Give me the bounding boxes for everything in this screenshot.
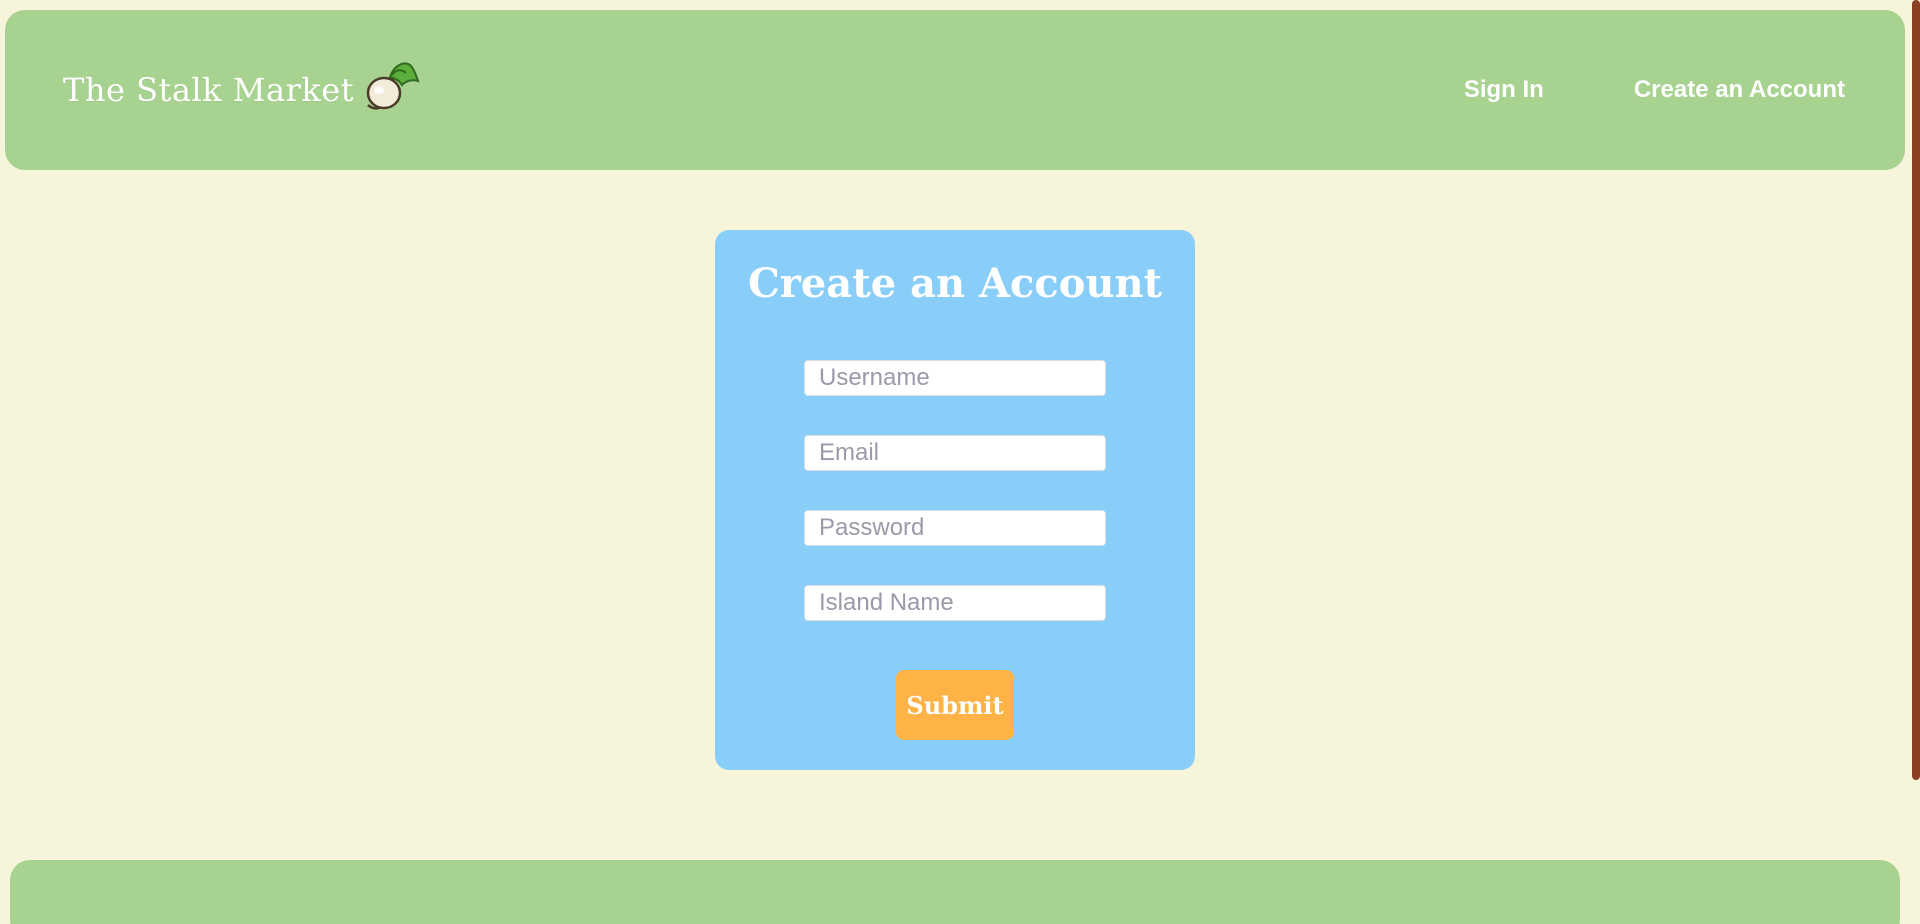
page: The Stalk Market Sign In Create an Accou… (0, 0, 1920, 924)
turnip-icon (360, 57, 420, 117)
brand[interactable]: The Stalk Market (63, 10, 420, 170)
nav-links: Sign In Create an Account (1464, 10, 1845, 170)
island-name-input[interactable] (804, 585, 1106, 621)
username-input[interactable] (804, 360, 1106, 396)
footer (10, 860, 1900, 924)
submit-button[interactable]: Submit (896, 670, 1014, 740)
scrollbar[interactable] (1912, 0, 1920, 780)
create-account-form: Create an Account Submit (715, 230, 1195, 770)
brand-title: The Stalk Market (63, 71, 355, 109)
password-input[interactable] (804, 510, 1106, 546)
navbar: The Stalk Market Sign In Create an Accou… (5, 10, 1905, 170)
nav-create-account-link[interactable]: Create an Account (1634, 76, 1845, 104)
email-input[interactable] (804, 435, 1106, 471)
form-title: Create an Account (747, 260, 1163, 307)
nav-sign-in-link[interactable]: Sign In (1464, 76, 1544, 104)
